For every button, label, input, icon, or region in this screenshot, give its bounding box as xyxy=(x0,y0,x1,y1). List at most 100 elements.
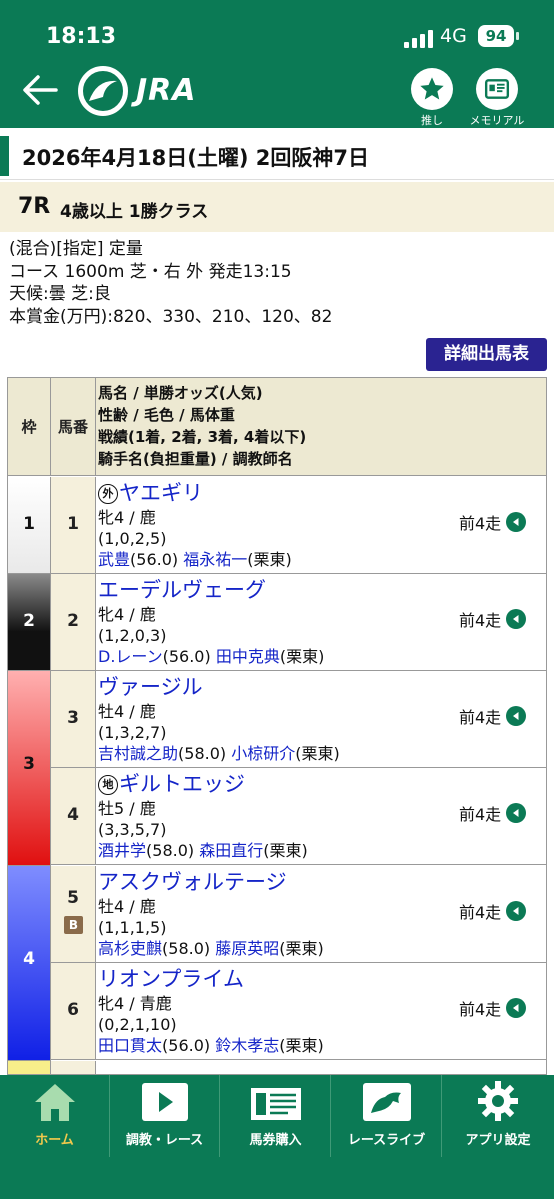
horse-row[interactable]: 2 エーデルヴェーグ 牝4 / 鹿 (1,2,0,3) D.レーン(56.0) … xyxy=(51,574,546,671)
prev-races-button[interactable]: 前4走 xyxy=(459,899,527,923)
horse-row[interactable]: 5 B アスクヴォルテージ 牡4 / 鹿 (1,1,1,5) 高杉吏麒(58.0… xyxy=(51,866,546,963)
network-label: 4G xyxy=(440,25,467,47)
umaban: 4 xyxy=(67,805,79,825)
logo-text: JRA xyxy=(136,73,197,108)
trainer-link[interactable]: 森田直行 xyxy=(199,841,263,860)
trainer-link[interactable]: 鈴木孝志 xyxy=(215,1036,279,1055)
memorial-card-icon xyxy=(484,79,510,99)
prev-label: 前4走 xyxy=(459,903,502,922)
tab-home[interactable]: ホーム xyxy=(0,1075,110,1157)
horse-name[interactable]: リオンプライム xyxy=(98,967,244,991)
jockey-weight: (56.0) xyxy=(130,550,179,569)
jockey-weight: (58.0) xyxy=(146,841,195,860)
trainer-link[interactable]: 藤原英昭 xyxy=(215,939,279,958)
umaban: 5 xyxy=(67,888,79,908)
arrow-left-icon xyxy=(23,75,58,105)
tab-ticket[interactable]: 馬券購入 xyxy=(221,1075,331,1157)
foreign-mark-icon: 外 xyxy=(98,484,118,504)
col-info-line: 騎手名(負担重量) / 調教師名 xyxy=(98,450,293,468)
umaban: 1 xyxy=(67,514,79,534)
memorial-button[interactable]: メモリアル xyxy=(467,68,527,128)
status-time: 18:13 xyxy=(46,24,117,49)
sex-age-color: 牡4 / 鹿 xyxy=(98,702,156,721)
local-mark-icon: 地 xyxy=(98,775,118,795)
horse-row[interactable]: 1 外ヤエギリ 牝4 / 鹿 (1,0,2,5) 武豊(56.0) 福永祐一(栗… xyxy=(51,477,546,574)
tab-race-live[interactable]: レースライブ xyxy=(332,1075,442,1157)
umaban: 6 xyxy=(67,1000,79,1020)
waku-5 xyxy=(8,1061,51,1074)
race-number: 7R xyxy=(18,194,51,219)
umaban: 2 xyxy=(67,611,79,631)
race-name: 4歳以上 1勝クラス xyxy=(60,202,209,222)
col-info-line: 性齢 / 毛色 / 馬体重 xyxy=(98,406,235,424)
waku-2: 2 xyxy=(8,574,51,671)
col-waku: 枠 xyxy=(8,378,51,476)
horse-name[interactable]: ギルトエッジ xyxy=(119,772,245,796)
tab-live-label: レースライブ xyxy=(347,1133,426,1148)
horse-name[interactable]: ヴァージル xyxy=(98,675,203,699)
jockey-link[interactable]: 田口貫太 xyxy=(98,1036,162,1055)
horse-name[interactable]: ヤエギリ xyxy=(119,481,203,505)
prev-races-button[interactable]: 前4走 xyxy=(459,510,527,534)
play-icon xyxy=(506,512,527,532)
prev-races-button[interactable]: 前4走 xyxy=(459,607,527,631)
trainer-link[interactable]: 田中克典 xyxy=(216,647,280,666)
horse-name[interactable]: アスクヴォルテージ xyxy=(98,870,287,894)
tab-home-label: ホーム xyxy=(35,1133,74,1148)
prev-races-button[interactable]: 前4走 xyxy=(459,996,527,1020)
tab-training-label: 調教・レース xyxy=(125,1133,204,1148)
tab-training-race[interactable]: 調教・レース xyxy=(110,1075,220,1157)
waku-label: 1 xyxy=(23,514,35,534)
sex-age-color: 牡5 / 鹿 xyxy=(98,799,156,818)
race-title-bar: 7R 4歳以上 1勝クラス xyxy=(0,182,554,232)
prev-label: 前4走 xyxy=(459,514,502,533)
prev-races-button[interactable]: 前4走 xyxy=(459,704,527,728)
trainer-link[interactable]: 福永祐一 xyxy=(183,550,247,569)
umaban-cell: 3 xyxy=(51,671,96,767)
race-record: (0,2,1,10) xyxy=(98,1015,177,1034)
race-date: 2026年4月18日(土曜) 2回阪神7日 xyxy=(22,146,370,170)
stable: (栗東) xyxy=(263,841,308,860)
sex-age-color: 牡4 / 鹿 xyxy=(98,897,156,916)
bottom-nav: ホーム 調教・レース 馬券購入 レースライブ アプリ設定 xyxy=(0,1075,554,1199)
jockey-link[interactable]: D.レーン xyxy=(98,647,163,666)
horse-row[interactable]: 4 地ギルトエッジ 牡5 / 鹿 (3,3,5,7) 酒井学(58.0) 森田直… xyxy=(51,768,546,865)
waku-label: 2 xyxy=(23,611,35,631)
race-date-bar: 2026年4月18日(土曜) 2回阪神7日 xyxy=(0,128,554,180)
detail-entries-button[interactable]: 詳細出馬表 xyxy=(426,338,547,371)
table-header: 枠 馬番 馬名 / 単勝オッズ(人気) 性齢 / 毛色 / 馬体重 戦績(1着,… xyxy=(8,378,546,476)
jockey-link[interactable]: 酒井学 xyxy=(98,841,146,860)
stable: (栗東) xyxy=(279,647,325,666)
horse-row[interactable]: 3 ヴァージル 牡4 / 鹿 (1,3,2,7) 吉村誠之助(58.0) 小椋研… xyxy=(51,671,546,768)
stable: (栗東) xyxy=(247,550,292,569)
entries-table: 枠 馬番 馬名 / 単勝オッズ(人気) 性齢 / 毛色 / 馬体重 戦績(1着,… xyxy=(7,377,547,1075)
jockey-weight: (58.0) xyxy=(162,939,211,958)
sex-age-color: 牝4 / 青鹿 xyxy=(98,994,172,1013)
back-button[interactable] xyxy=(20,72,60,108)
horse-row-partial[interactable] xyxy=(51,1061,546,1074)
jra-logo: JRA xyxy=(78,66,208,116)
play-icon xyxy=(506,998,527,1018)
oshi-label: 推し xyxy=(421,114,443,127)
prev-label: 前4走 xyxy=(459,1000,502,1019)
horse-name[interactable]: エーデルヴェーグ xyxy=(98,578,266,602)
col-umaban: 馬番 xyxy=(51,378,96,476)
oshi-button[interactable]: 推し xyxy=(402,68,462,128)
battery-icon: 94 xyxy=(478,25,519,47)
jockey-link[interactable]: 高杉吏麒 xyxy=(98,939,162,958)
play-icon xyxy=(506,706,527,726)
race-info: (混合)[指定] 定量 コース 1600m 芝・右 外 発走13:15 天候:曇… xyxy=(9,238,549,328)
prev-races-button[interactable]: 前4走 xyxy=(459,801,527,825)
stable: (栗東) xyxy=(295,744,340,763)
tab-settings[interactable]: アプリ設定 xyxy=(443,1075,553,1157)
prev-label: 前4走 xyxy=(459,611,502,630)
trainer-link[interactable]: 小椋研介 xyxy=(231,744,295,763)
jockey-link[interactable]: 吉村誠之助 xyxy=(98,744,178,763)
signal-icon xyxy=(404,30,433,48)
race-record: (1,3,2,7) xyxy=(98,723,167,742)
play-icon xyxy=(506,901,527,921)
jockey-link[interactable]: 武豊 xyxy=(98,550,130,569)
waku-label: 4 xyxy=(23,949,35,969)
play-icon xyxy=(506,609,527,629)
horse-row[interactable]: 6 リオンプライム 牝4 / 青鹿 (0,2,1,10) 田口貫太(56.0) … xyxy=(51,963,546,1060)
